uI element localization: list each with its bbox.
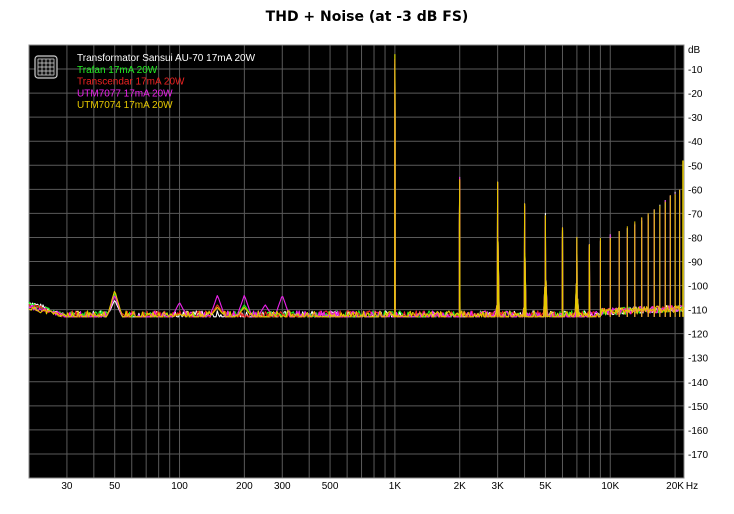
legend-entry: UTM7074 17mA 20W	[77, 100, 173, 111]
y-tick-label: -50	[688, 161, 703, 172]
y-tick-label: -30	[688, 113, 703, 124]
y-tick-label: -160	[688, 426, 708, 437]
legend-entry: Trafan 17mA 20W	[77, 65, 158, 76]
y-tick-label: -90	[688, 258, 703, 269]
y-tick-label: -110	[688, 306, 708, 317]
y-unit-label: dB	[688, 45, 701, 56]
y-tick-label: -40	[688, 137, 703, 148]
thd-noise-chart: -10 -20 -30 -40 -50 -60 -70 -80 -90 -100 -110 -120 -…	[28, 44, 708, 492]
legend-entry: Transcendar 17mA 20W	[77, 77, 185, 88]
y-tick-label: -80	[688, 233, 703, 244]
x-tick-label: 500	[322, 481, 339, 492]
x-tick-label: 100	[171, 481, 188, 492]
x-axis: 30 50 100 200 300 500 1K 2K 3K 5K 10K 20K	[61, 481, 684, 492]
legend-entry: UTM7077 17mA 20W	[77, 88, 173, 99]
legend-entry: Transformator Sansui AU-70 17mA 20W	[77, 53, 256, 64]
legend-grid-icon	[34, 55, 58, 79]
x-tick-label: 5K	[539, 481, 552, 492]
y-tick-label: -60	[688, 185, 703, 196]
y-tick-label: -170	[688, 450, 708, 461]
x-tick-label: 300	[274, 481, 291, 492]
y-tick-label: -130	[688, 354, 708, 365]
x-tick-label: 10K	[601, 481, 619, 492]
x-unit-label: Hz	[686, 481, 698, 492]
y-tick-label: -140	[688, 378, 708, 389]
x-tick-label: 1K	[389, 481, 402, 492]
x-tick-label: 2K	[454, 481, 467, 492]
y-tick-label: -70	[688, 209, 703, 220]
y-tick-label: -100	[688, 282, 708, 293]
y-tick-label: -150	[688, 402, 708, 413]
y-tick-label: -20	[688, 89, 703, 100]
x-tick-label: 50	[109, 481, 121, 492]
x-tick-label: 3K	[492, 481, 505, 492]
x-tick-label: 30	[61, 481, 73, 492]
x-tick-label: 200	[236, 481, 253, 492]
y-axis: -10 -20 -30 -40 -50 -60 -70 -80 -90 -100 -110 -120 -…	[688, 65, 708, 461]
x-tick-label: 20K	[666, 481, 684, 492]
y-tick-label: -120	[688, 330, 708, 341]
y-tick-label: -10	[688, 65, 703, 76]
